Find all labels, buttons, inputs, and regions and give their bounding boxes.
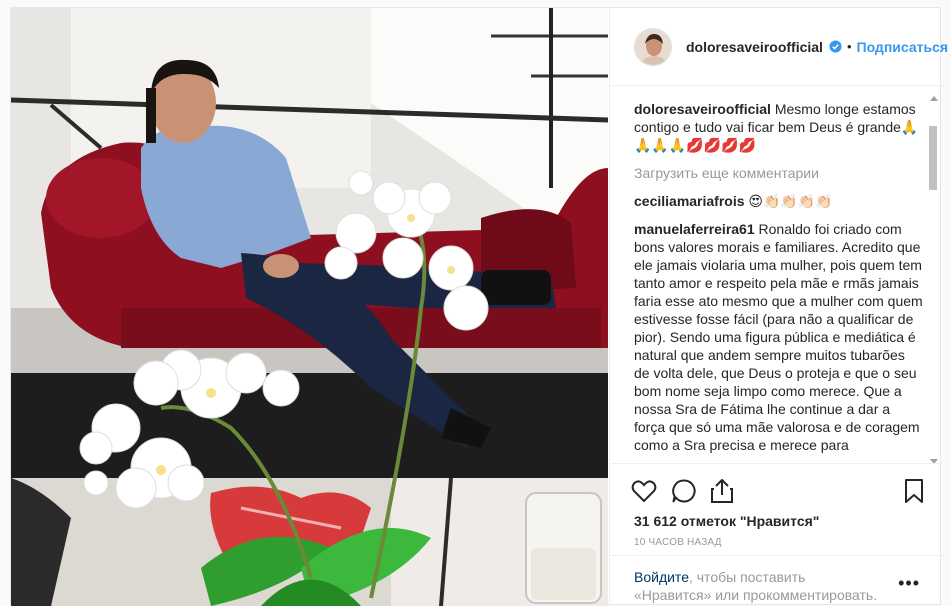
load-more-comments-button[interactable]: Загрузить еще комментарии <box>634 164 923 182</box>
likes-count[interactable]: 31 612 отметок "Нравится" <box>634 513 819 529</box>
follow-button[interactable]: Подписаться <box>857 39 949 55</box>
post-header: doloresaveiroofficial • Подписаться <box>610 8 948 86</box>
comment-item: ceciliamariafrois 😍👏🏻👏🏻👏🏻👏🏻 <box>634 192 923 210</box>
instagram-post: doloresaveiroofficial • Подписаться dolo… <box>10 7 948 606</box>
comments-list[interactable]: doloresaveiroofficial Mesmo longe estamo… <box>610 87 943 462</box>
comments-scrollbar[interactable] <box>926 94 940 466</box>
post-photo-image <box>11 8 608 606</box>
comment-text: 😍👏🏻👏🏻👏🏻👏🏻 <box>748 193 833 209</box>
share-icon[interactable] <box>708 477 736 505</box>
scroll-up-arrow-icon[interactable] <box>930 96 938 101</box>
bookmark-icon[interactable] <box>900 477 928 505</box>
separator-dot: • <box>846 39 852 54</box>
comment-username[interactable]: ceciliamariafrois <box>634 193 745 209</box>
post-sidebar: doloresaveiroofficial • Подписаться dolo… <box>609 8 948 606</box>
scrollbar-thumb[interactable] <box>929 126 937 190</box>
comment-icon[interactable] <box>670 477 698 505</box>
more-options-icon[interactable]: ••• <box>898 574 920 592</box>
avatar[interactable] <box>634 27 672 66</box>
verified-badge-icon <box>829 40 842 53</box>
caption-username[interactable]: doloresaveiroofficial <box>634 101 771 117</box>
caption: doloresaveiroofficial Mesmo longe estamo… <box>634 100 923 154</box>
action-bar <box>610 463 943 513</box>
comment-text: Ronaldo foi criado com bons valores mora… <box>634 221 923 453</box>
header-username[interactable]: doloresaveiroofficial <box>686 39 823 55</box>
post-photo[interactable] <box>11 8 608 606</box>
login-prompt: Войдите, чтобы поставить «Нравится» или … <box>610 555 943 606</box>
post-timestamp[interactable]: 10 часов назад <box>634 537 722 548</box>
comment-item: manuelaferreira61 Ronaldo foi criado com… <box>634 220 923 454</box>
login-link[interactable]: Войдите <box>634 569 689 585</box>
heart-icon[interactable] <box>630 477 658 505</box>
comment-username[interactable]: manuelaferreira61 <box>634 221 755 237</box>
